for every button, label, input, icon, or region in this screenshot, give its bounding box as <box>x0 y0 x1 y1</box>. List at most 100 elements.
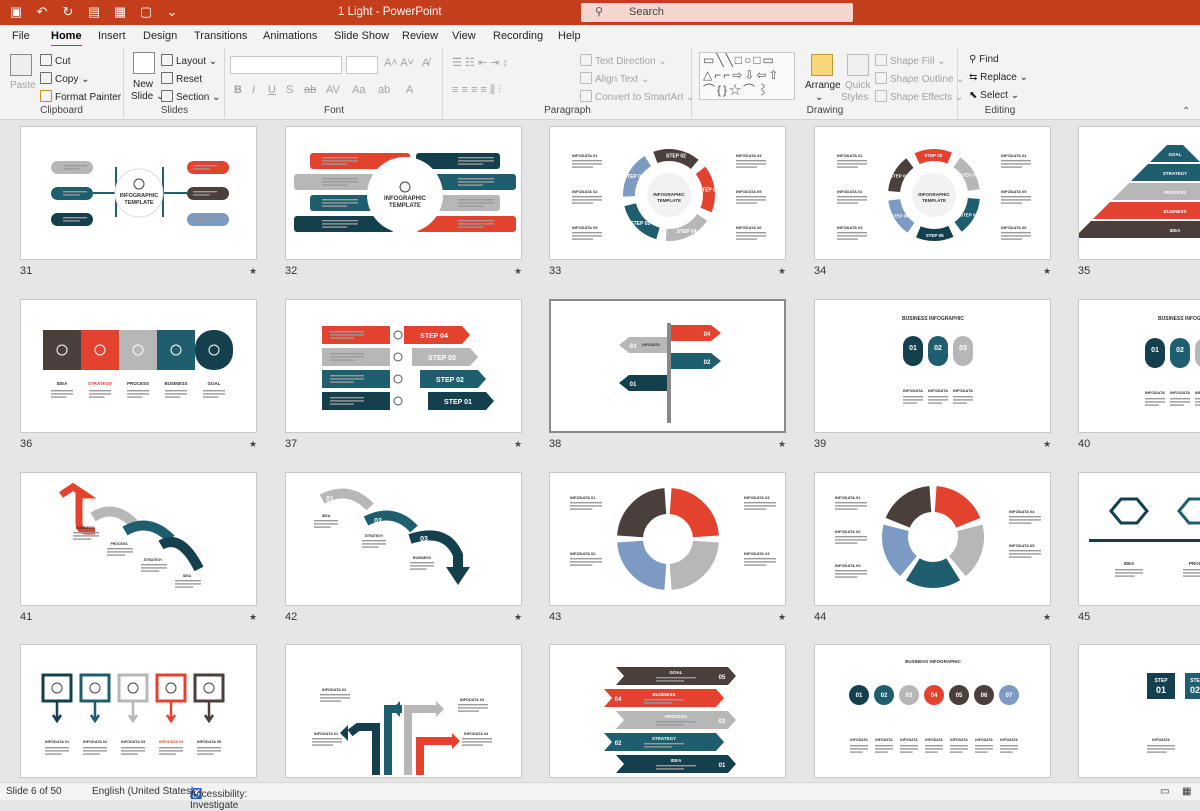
slide-thumbnail-34[interactable]: STEP 02 STEP 03 STEP 04 STEP 05 STEP 06 STEP … <box>814 126 1051 260</box>
case-icon[interactable]: Aa <box>352 84 365 96</box>
shadow-icon[interactable]: S <box>286 84 293 96</box>
italic-icon[interactable]: I <box>252 84 255 96</box>
slide-thumbnail-37[interactable]: STEP 04 STEP 03 STEP 02 STEP 01 <box>285 299 522 433</box>
spacing-icon[interactable]: AV <box>326 84 340 96</box>
copy-button[interactable]: Copy ⌄ <box>40 72 90 85</box>
slide-thumbnail-43[interactable]: INFODATA 01 INFODATA 02 INFODATA 03 INFODAT… <box>549 472 786 606</box>
smartart-button[interactable]: Convert to SmartArt ⌄ <box>580 90 695 103</box>
tab-design[interactable]: Design <box>143 30 177 42</box>
slide-thumbnail-41[interactable]: BUSINESS PROCESS STRATEGY IDEA <box>20 472 257 606</box>
new-slide-label2[interactable]: Slide ⌄ <box>131 91 164 102</box>
shape-icon[interactable]: ▢ <box>138 4 154 20</box>
placeholder-text-line <box>744 508 767 510</box>
layout-icon <box>161 54 173 66</box>
slide-thumbnail-36[interactable]: IDEA STRATEGY PROCESS BUSINESS GOAL <box>20 299 257 433</box>
slide-thumbnail-40[interactable]: BUSINESS INFOGRAPHIC 01 INFODATA 02 INFODATA… <box>1078 299 1200 433</box>
find-button[interactable]: ⚲ Find <box>969 54 999 65</box>
arrange-caret[interactable]: ⌄ <box>815 92 823 103</box>
slide-thumbnail-49[interactable]: BUSINESS INFOGRAPHIC 01 INFODATA 02 INFODATA… <box>814 644 1051 778</box>
transition-star-icon[interactable]: ★ <box>1043 439 1051 450</box>
replace-button[interactable]: ⇆ Replace ⌄ <box>969 72 1028 83</box>
tab-review[interactable]: Review <box>402 30 438 42</box>
new-slide-label[interactable]: New <box>133 79 153 90</box>
slide-thumbnail-33[interactable]: STEP 02 STEP 03 STEP 04 STEP 05 STEP 01 INFOG… <box>549 126 786 260</box>
tab-view[interactable]: View <box>452 30 476 42</box>
quick-styles-label[interactable]: Quick <box>845 80 871 91</box>
tab-animations[interactable]: Animations <box>263 30 317 42</box>
transition-star-icon[interactable]: ★ <box>778 266 786 277</box>
clear-format-icon[interactable]: A̸ <box>422 57 429 69</box>
transition-star-icon[interactable]: ★ <box>249 612 257 623</box>
new-slide-icon[interactable]: ▦ <box>112 4 128 20</box>
present-icon[interactable]: ▤ <box>86 4 102 20</box>
transition-star-icon[interactable]: ★ <box>1043 266 1051 277</box>
slide-thumbnail-48[interactable]: GOAL 05 BUSINESS 04 PROCESS 03 STRATEGY 02 IDEA 0… <box>549 644 786 778</box>
slide-thumbnail-47[interactable]: INFODATA 02 INFODATA 01 INFODATA 03 INFODAT… <box>285 644 522 778</box>
strikethrough-icon[interactable]: ab <box>304 84 316 96</box>
slide-thumbnail-42[interactable]: 01 02 03 IDEA STRATEGY BUSINESS <box>285 472 522 606</box>
format-painter-button[interactable]: Format Painter <box>40 90 121 103</box>
bold-icon[interactable]: B <box>234 84 242 96</box>
align-text-button[interactable]: Align Text ⌄ <box>580 72 649 85</box>
slide-thumbnail-32[interactable]: INFOGRAPHIC TEMPLATE <box>285 126 522 260</box>
transition-star-icon[interactable]: ★ <box>778 439 786 450</box>
align-icons[interactable]: ≡ ≡ ≡ ≡ ⫼ ⫶ <box>452 84 501 97</box>
new-slide-icon[interactable] <box>133 52 155 74</box>
placeholder-text-line <box>1170 398 1190 400</box>
tab-recording[interactable]: Recording <box>493 30 543 42</box>
normal-view-icon[interactable]: ▭ <box>1160 786 1169 797</box>
underline-icon[interactable]: U <box>268 84 276 96</box>
tab-insert[interactable]: Insert <box>98 30 126 42</box>
cut-button[interactable]: Cut <box>40 54 71 67</box>
shape-effects-button[interactable]: Shape Effects ⌄ <box>875 90 963 103</box>
font-name-combo[interactable] <box>230 56 342 74</box>
transition-star-icon[interactable]: ★ <box>249 266 257 277</box>
text-direction-button[interactable]: Text Direction ⌄ <box>580 54 667 67</box>
grow-font-icon[interactable]: A˄ A˅ <box>384 57 414 69</box>
layout-button[interactable]: Layout ⌄ <box>161 54 217 67</box>
redo-icon[interactable]: ↻ <box>60 4 76 20</box>
slide-thumbnail-38[interactable]: 04 03 02 01 INFODATA <box>549 299 786 433</box>
paste-icon[interactable] <box>10 54 32 76</box>
search-box[interactable]: ⚲ Search <box>581 3 853 22</box>
language-indicator[interactable]: English (United States) <box>92 786 194 797</box>
customize-icon[interactable]: ⌄ <box>164 4 180 20</box>
bullets-icon[interactable]: ☰ ☷ ⇤ ⇥ ↕ <box>452 56 508 69</box>
slide-thumbnail-35[interactable]: GOAL STRATEGY PROCESS BUSINESS IDEA <box>1078 126 1200 260</box>
arrange-button[interactable]: Arrange <box>805 80 841 91</box>
select-button[interactable]: ⬉ Select ⌄ <box>969 90 1019 101</box>
save-icon[interactable]: ▣ <box>8 4 24 20</box>
slide-thumbnail-31[interactable]: INFOGRAPHIC TEMPLATE <box>20 126 257 260</box>
slide-thumbnail-45[interactable]: IDEA PROCE <box>1078 472 1200 606</box>
transition-star-icon[interactable]: ★ <box>1043 612 1051 623</box>
font-color-icon[interactable]: A <box>406 84 413 96</box>
slide-thumbnail-50[interactable]: STEP 01 STE 02 INFODATA <box>1078 644 1200 778</box>
shape-outline-button[interactable]: Shape Outline ⌄ <box>875 72 965 85</box>
undo-icon[interactable]: ↶ <box>34 4 50 20</box>
reset-button[interactable]: Reset <box>161 72 202 85</box>
quick-styles-label2[interactable]: Styles <box>841 92 868 103</box>
tab-help[interactable]: Help <box>558 30 581 42</box>
transition-star-icon[interactable]: ★ <box>514 439 522 450</box>
font-size-combo[interactable] <box>346 56 378 74</box>
slide-thumbnail-46[interactable]: INFODATA 01 INFODATA 02 INFODATA 03 INFODAT… <box>20 644 257 778</box>
shape-fill-button[interactable]: Shape Fill ⌄ <box>875 54 946 67</box>
slide-thumbnail-44[interactable]: INFODATA 01 INFODATA 02 INFODATA 03 INFODAT… <box>814 472 1051 606</box>
transition-star-icon[interactable]: ★ <box>778 612 786 623</box>
collapse-ribbon-icon[interactable]: ⌃ <box>1182 106 1190 117</box>
quick-styles-icon[interactable] <box>847 54 869 76</box>
section-button[interactable]: Section ⌄ <box>161 90 221 103</box>
tab-slide-show[interactable]: Slide Show <box>334 30 389 42</box>
sorter-view-icon[interactable]: ▦ <box>1182 786 1191 797</box>
transition-star-icon[interactable]: ★ <box>514 612 522 623</box>
shapes-gallery[interactable]: ▭╲╲□○□▭ △⌐⌐⇨⇩⇦⇧ ⌒{}☆⌒⌇ <box>699 52 795 100</box>
highlight-icon[interactable]: ab <box>378 84 390 96</box>
transition-star-icon[interactable]: ★ <box>514 266 522 277</box>
paste-button[interactable]: Paste <box>10 80 36 91</box>
tab-home[interactable]: Home <box>51 30 82 47</box>
transition-star-icon[interactable]: ★ <box>249 439 257 450</box>
tab-file[interactable]: File <box>12 30 30 42</box>
slide-thumbnail-39[interactable]: BUSINESS INFOGRAPHIC 01 INFODATA 02 INFODATA… <box>814 299 1051 433</box>
arrange-icon[interactable] <box>811 54 833 76</box>
tab-transitions[interactable]: Transitions <box>194 30 247 42</box>
